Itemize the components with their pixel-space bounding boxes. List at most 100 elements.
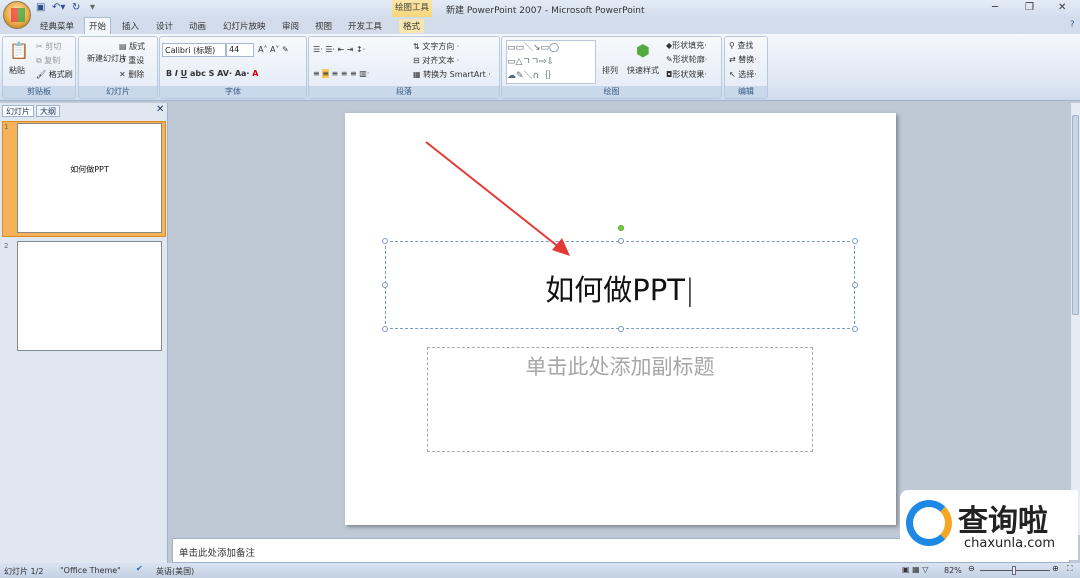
help-icon[interactable]: ?: [1066, 19, 1079, 31]
cut-button[interactable]: ✂ 剪切: [36, 41, 61, 52]
fit-to-window-icon[interactable]: ⛶: [1067, 564, 1073, 574]
tab-home[interactable]: 开始: [84, 17, 112, 34]
tab-format[interactable]: 格式: [399, 19, 425, 33]
paste-icon: 📋: [9, 41, 29, 60]
resize-handle[interactable]: [852, 282, 858, 288]
scrollbar-thumb[interactable]: [1072, 115, 1079, 315]
group-clipboard: 📋 粘贴 ✂ 剪切 ⧉ 复制 🖌 格式刷 剪贴板: [2, 36, 76, 99]
shape-outline-button[interactable]: ✎形状轮廓·: [666, 54, 707, 65]
font-name-select[interactable]: Calibri (标题): [162, 43, 226, 57]
resize-handle[interactable]: [618, 326, 624, 332]
copy-button[interactable]: ⧉ 复制: [36, 55, 60, 66]
save-icon[interactable]: ▣: [36, 2, 45, 13]
tab-slideshow[interactable]: 幻灯片放映: [219, 19, 270, 33]
zoom-slider-thumb[interactable]: [1012, 566, 1016, 575]
spellcheck-icon[interactable]: ✔: [136, 564, 143, 573]
select-button[interactable]: ↖ 选择·: [729, 69, 757, 80]
delete-slide-button[interactable]: ✕ 删除: [119, 69, 144, 80]
tab-outline[interactable]: 大纲: [36, 105, 60, 117]
office-button[interactable]: [3, 1, 31, 29]
thumb-number: 1: [4, 123, 9, 131]
reset-button[interactable]: ↺ 重设: [119, 55, 144, 66]
resize-handle[interactable]: [618, 238, 624, 244]
group-paragraph: ☰· ☰· ⇤ ⇥ ↕· ≡ ≡ ≡ ≡ ≡ ▥· ⇅ 文字方向 · ⊟ 对齐文…: [308, 36, 500, 99]
group-label: 段落: [309, 86, 499, 98]
slide-title[interactable]: 如何做PPT|: [386, 267, 854, 309]
align-text-button[interactable]: ⊟ 对齐文本 ·: [413, 55, 459, 66]
restore-button[interactable]: ❐: [1025, 2, 1034, 13]
tab-design[interactable]: 设计: [152, 19, 177, 33]
watermark-brand: 查询啦: [958, 504, 1048, 539]
grow-font-icon[interactable]: A˄ A˅ ✎: [258, 45, 289, 54]
slide-panel: 幻灯片 大纲 ✕ 1 如何做PPT 2: [0, 103, 168, 563]
rotate-handle[interactable]: [618, 225, 624, 231]
resize-handle[interactable]: [852, 238, 858, 244]
watermark-q-icon: [906, 500, 952, 546]
close-panel-icon[interactable]: ✕: [156, 104, 164, 115]
reset-label: 重设: [128, 56, 145, 65]
redo-icon[interactable]: ↻: [72, 2, 80, 13]
arrange-button[interactable]: 排列: [602, 65, 618, 76]
thumb-number: 2: [4, 242, 9, 250]
tab-classic-menu[interactable]: 经典菜单: [36, 19, 78, 33]
layout-label: 版式: [129, 42, 146, 51]
list-buttons[interactable]: ☰· ☰· ⇤ ⇥ ↕·: [313, 45, 365, 54]
tab-view[interactable]: 视图: [311, 19, 336, 33]
resize-handle[interactable]: [382, 326, 388, 332]
tab-animations[interactable]: 动画: [185, 19, 210, 33]
format-painter-label: 格式刷: [48, 70, 73, 79]
group-label: 字体: [160, 86, 306, 98]
smartart-label: 转换为 SmartArt: [423, 70, 486, 79]
font-format-buttons[interactable]: B I U abc S AV· Aa· A: [166, 69, 258, 78]
text-direction-button[interactable]: ⇅ 文字方向 ·: [413, 41, 459, 52]
notes-placeholder: 单击此处添加备注: [179, 548, 256, 559]
group-font: Calibri (标题) 44 A˄ A˅ ✎ B I U abc S AV· …: [159, 36, 307, 99]
layout-button[interactable]: ▤ 版式: [119, 41, 145, 52]
shape-fill-button[interactable]: ◆形状填充·: [666, 40, 707, 51]
ribbon: 📋 粘贴 ✂ 剪切 ⧉ 复制 🖌 格式刷 剪贴板 新建幻灯片 ▤ 版式 ↺ 重设…: [0, 34, 1080, 101]
shapes-gallery[interactable]: ▭▭＼↘▭◯ ▭△ㄱㄱ⇨⇩ ☁✎＼∩｛｝: [506, 40, 596, 84]
customize-qat-icon[interactable]: ▾: [90, 2, 95, 13]
replace-label: 替换: [738, 55, 755, 64]
paste-button[interactable]: 粘贴: [9, 65, 25, 76]
group-label: 编辑: [725, 86, 767, 98]
ribbon-tabs: 经典菜单 开始 插入 设计 动画 幻灯片放映 审阅 视图 开发工具 格式 ?: [0, 17, 1080, 34]
slide-thumbnail-2[interactable]: [17, 241, 162, 351]
slide-thumbnail-1[interactable]: 如何做PPT: [17, 123, 162, 233]
drawing-tools-context: 绘图工具: [392, 0, 432, 17]
subtitle-placeholder[interactable]: 单击此处添加副标题: [427, 347, 813, 452]
find-button[interactable]: ⚲ 查找: [729, 40, 753, 51]
align-buttons[interactable]: ≡ ≡ ≡ ≡ ≡ ▥·: [313, 69, 369, 78]
smartart-button[interactable]: ▦ 转换为 SmartArt ·: [413, 69, 491, 80]
minimize-button[interactable]: ─: [992, 2, 998, 13]
tab-review[interactable]: 审阅: [278, 19, 303, 33]
font-color-icon[interactable]: A: [252, 69, 258, 78]
cut-label: 剪切: [45, 42, 62, 51]
tab-insert[interactable]: 插入: [118, 19, 143, 33]
resize-handle[interactable]: [852, 326, 858, 332]
view-buttons[interactable]: ▣ ▦ ▽: [902, 565, 928, 574]
font-size-select[interactable]: 44: [226, 43, 254, 57]
quick-styles-button[interactable]: 快速样式: [627, 65, 659, 76]
group-label: 幻灯片: [79, 86, 157, 98]
replace-button[interactable]: ⇄ 替换·: [729, 54, 757, 65]
subtitle-placeholder-text: 单击此处添加副标题: [525, 355, 715, 379]
tab-slides[interactable]: 幻灯片: [2, 105, 34, 117]
shape-fill-label: 形状填充: [672, 41, 705, 50]
align-text-label: 对齐文本: [422, 56, 455, 65]
zoom-level[interactable]: 82%: [944, 566, 962, 575]
red-arrow-annotation: [425, 141, 570, 256]
format-painter-button[interactable]: 🖌 格式刷: [36, 69, 73, 80]
zoom-in-icon[interactable]: ⊕: [1052, 564, 1059, 573]
zoom-out-icon[interactable]: ⊖: [968, 564, 975, 573]
title-bar: ▣ ↶▾ ↻ ▾ 绘图工具 新建 PowerPoint 2007 - Micro…: [0, 0, 1080, 17]
language[interactable]: 英语(美国): [156, 566, 194, 577]
vertical-scrollbar[interactable]: [1070, 103, 1080, 535]
status-bar: 幻灯片 1/2 "Office Theme" ✔ 英语(美国) ▣ ▦ ▽ 82…: [0, 563, 1080, 578]
close-button[interactable]: ✕: [1058, 2, 1066, 13]
shape-effects-button[interactable]: ◘形状效果·: [666, 69, 707, 80]
tab-developer[interactable]: 开发工具: [344, 19, 386, 33]
resize-handle[interactable]: [382, 282, 388, 288]
resize-handle[interactable]: [382, 238, 388, 244]
undo-icon[interactable]: ↶▾: [52, 2, 65, 13]
